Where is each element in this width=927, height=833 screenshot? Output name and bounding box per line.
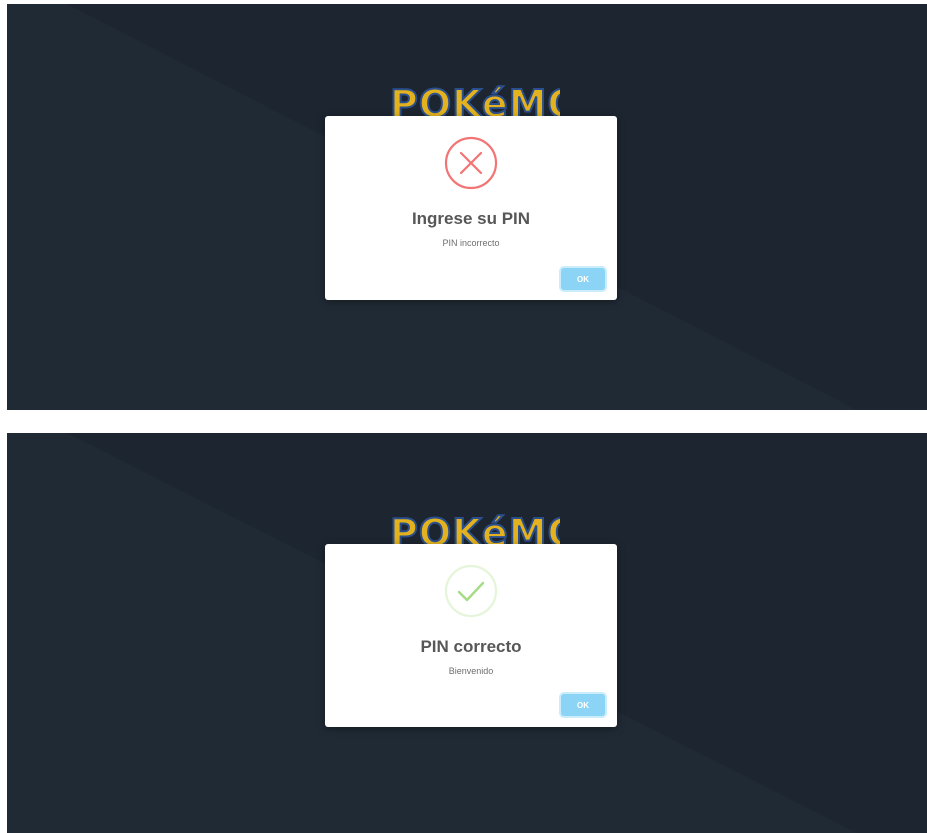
dialog-message: PIN incorrecto bbox=[442, 238, 500, 248]
success-check-icon bbox=[443, 563, 499, 619]
ok-button[interactable]: OK bbox=[561, 694, 605, 716]
error-screen: POKéMON Ingrese su PIN PIN incorrecto OK bbox=[7, 4, 927, 410]
alert-dialog: Ingrese su PIN PIN incorrecto OK bbox=[325, 116, 617, 300]
dialog-message: Bienvenido bbox=[448, 666, 494, 676]
dialog-title: Ingrese su PIN bbox=[411, 209, 531, 228]
dialog-title: PIN correcto bbox=[420, 637, 522, 656]
ok-button[interactable]: OK bbox=[561, 268, 605, 290]
alert-dialog: PIN correcto Bienvenido OK bbox=[325, 544, 617, 727]
success-screen: POKéMON PIN correcto Bienvenido OK bbox=[7, 433, 927, 833]
error-x-icon bbox=[443, 135, 499, 191]
